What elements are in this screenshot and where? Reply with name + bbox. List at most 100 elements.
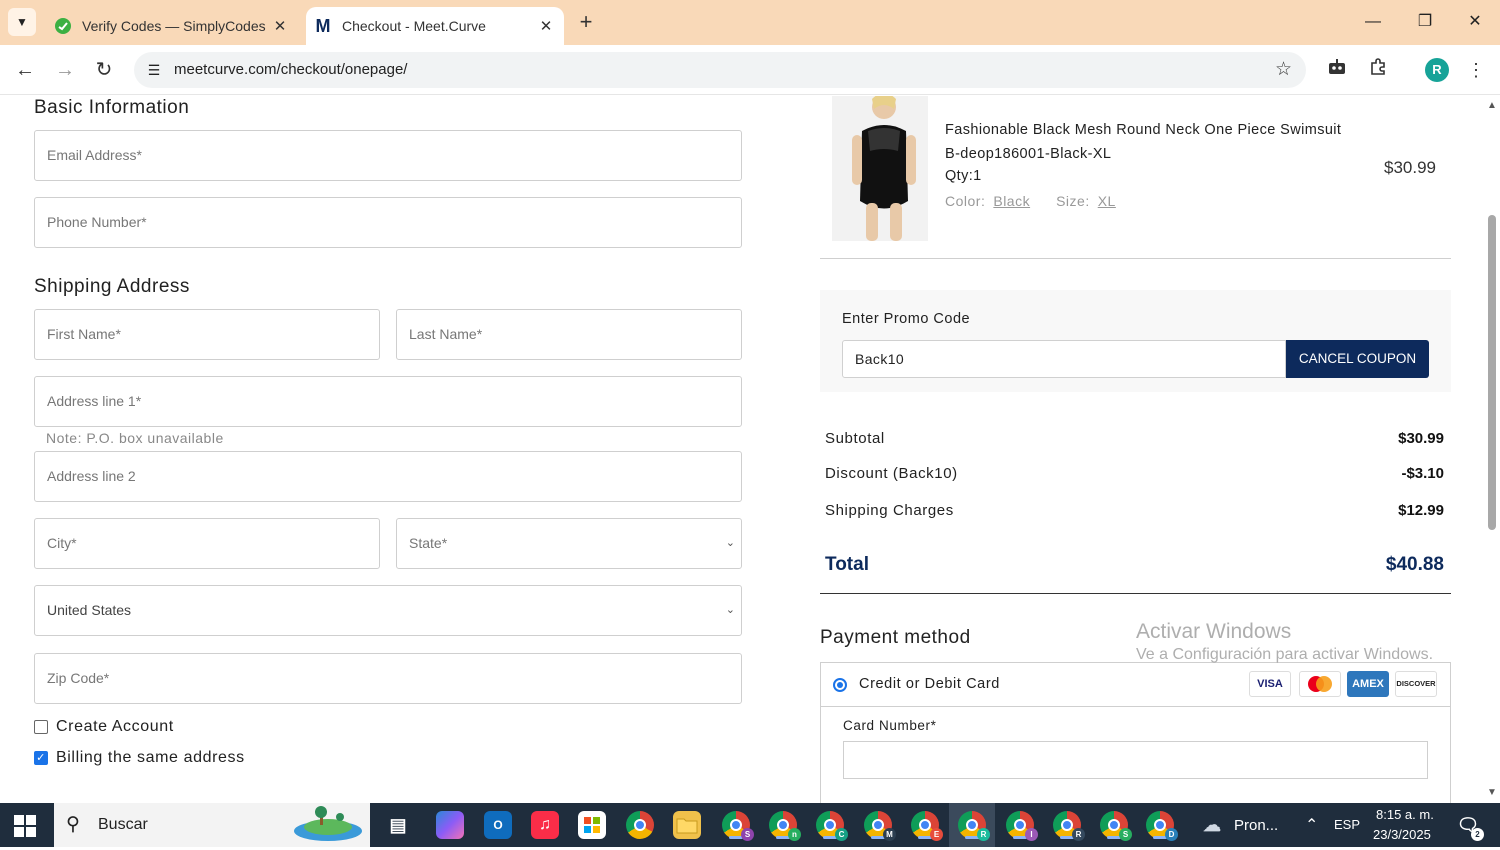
scroll-down-arrow-icon[interactable]: ▼ — [1487, 787, 1497, 798]
chrome-profile-icon[interactable]: C — [816, 811, 848, 841]
promo-code-input[interactable]: Back10 — [842, 340, 1286, 378]
apple-music-icon[interactable]: ♫ — [531, 811, 559, 839]
credit-card-label: Credit or Debit Card — [859, 676, 1000, 692]
taskbar-search-box[interactable]: ⚲ Buscar — [54, 803, 370, 847]
restore-button[interactable]: ❐ — [1400, 8, 1450, 36]
discount-label: Discount (Back10) — [825, 465, 958, 482]
billing-same-row[interactable]: ✓ Billing the same address — [34, 749, 245, 767]
notification-center-icon[interactable]: 🗨 2 — [1454, 811, 1484, 841]
chrome-profile-icon[interactable]: M — [864, 811, 896, 841]
clock-time[interactable]: 8:15 a. m. — [1376, 807, 1434, 822]
chrome-profile-icon[interactable]: I — [1006, 811, 1038, 841]
microsoft-store-icon[interactable] — [578, 811, 606, 839]
simplycodes-icon — [54, 17, 72, 35]
card-number-input[interactable] — [843, 741, 1428, 779]
chrome-icon[interactable] — [626, 811, 654, 839]
total-value: $40.88 — [1385, 554, 1444, 575]
search-icon: ⚲ — [66, 814, 80, 835]
basic-info-title: Basic Information — [34, 97, 190, 118]
clock-date[interactable]: 23/3/2025 — [1373, 827, 1431, 842]
extensions-puzzle-icon[interactable] — [1366, 58, 1390, 82]
address-line2-field[interactable]: Address line 2 — [34, 451, 742, 502]
first-name-field[interactable]: First Name* — [34, 309, 380, 360]
reload-icon[interactable]: ↻ — [91, 57, 117, 83]
scrollbar-thumb[interactable] — [1488, 215, 1496, 530]
divider — [820, 593, 1451, 594]
credit-card-radio[interactable] — [833, 678, 847, 692]
promo-code-label: Enter Promo Code — [842, 311, 971, 327]
activate-windows-watermark: Activar Windows — [1136, 620, 1292, 643]
chrome-profile-icon[interactable]: D — [1146, 811, 1178, 841]
visa-icon: VISA — [1249, 671, 1291, 697]
weather-icon[interactable]: ☁ — [1198, 811, 1226, 839]
tray-chevron-up-icon[interactable]: ⌃ — [1305, 815, 1318, 835]
activate-windows-hint: Ve a Configuración para activar Windows. — [1136, 646, 1434, 663]
language-indicator[interactable]: ESP — [1334, 817, 1360, 832]
site-settings-icon[interactable]: ☰ — [142, 58, 166, 82]
close-tab-icon[interactable]: ✕ — [534, 17, 558, 35]
file-explorer-icon[interactable] — [673, 811, 701, 839]
search-placeholder: Buscar — [98, 816, 148, 833]
subtotal-label: Subtotal — [825, 430, 885, 447]
forward-arrow-icon[interactable]: → — [52, 57, 78, 83]
chrome-profile-icon[interactable]: S — [1100, 811, 1132, 841]
product-name-line1: Fashionable Black Mesh Round Neck One Pi… — [945, 122, 1342, 138]
more-menu-icon[interactable]: ⋮ — [1464, 58, 1488, 82]
windows-start-icon[interactable] — [14, 815, 36, 837]
product-image[interactable] — [832, 96, 928, 241]
task-view-icon[interactable]: ▤ — [384, 811, 412, 839]
country-select[interactable]: United States ⌄ — [34, 585, 742, 636]
profile-avatar[interactable]: R — [1425, 58, 1449, 82]
bookmark-star-icon[interactable]: ☆ — [1275, 58, 1292, 81]
new-tab-button[interactable]: + — [573, 10, 599, 36]
chrome-profile-icon[interactable]: S — [722, 811, 754, 841]
checkout-page: Basic Information Email Address* Phone N… — [0, 96, 1500, 803]
tab-meetcurve[interactable]: M Checkout - Meet.Curve ✕ — [306, 7, 564, 45]
extension-robot-icon[interactable] — [1325, 58, 1349, 82]
chevron-down-icon: ▼ — [16, 15, 28, 29]
tab-search-button[interactable]: ▼ — [8, 8, 36, 36]
payment-option-card: Credit or Debit Card VISA AMEX DISCOVER … — [820, 662, 1451, 803]
shipping-label: Shipping Charges — [825, 502, 954, 519]
cancel-coupon-button[interactable]: CANCEL COUPON — [1286, 340, 1429, 378]
subtotal-value: $30.99 — [1398, 430, 1444, 447]
minimize-button[interactable]: — — [1348, 8, 1398, 36]
scroll-up-arrow-icon[interactable]: ▲ — [1487, 100, 1497, 111]
address-bar[interactable]: ☰ meetcurve.com/checkout/onepage/ ☆ — [134, 52, 1306, 88]
chrome-profile-icon[interactable]: n — [769, 811, 801, 841]
chrome-profile-icon[interactable]: R — [958, 811, 990, 841]
browser-toolbar: ← → ↻ ☰ meetcurve.com/checkout/onepage/ … — [0, 45, 1500, 95]
email-field[interactable]: Email Address* — [34, 130, 742, 181]
state-select[interactable]: State* ⌄ — [396, 518, 742, 569]
product-name[interactable]: Fashionable Black Mesh Round Neck One Pi… — [945, 118, 1365, 166]
address-line1-field[interactable]: Address line 1* — [34, 376, 742, 427]
credit-card-option[interactable]: Credit or Debit Card VISA AMEX DISCOVER — [821, 663, 1450, 707]
chrome-profile-icon[interactable]: E — [911, 811, 943, 841]
shipping-address-title: Shipping Address — [34, 276, 190, 297]
create-account-checkbox[interactable] — [34, 720, 48, 734]
back-arrow-icon[interactable]: ← — [12, 57, 38, 83]
tab-simplycodes[interactable]: Verify Codes — SimplyCodes ✕ — [46, 7, 298, 45]
weather-label[interactable]: Pron... — [1234, 817, 1278, 834]
city-field[interactable]: City* — [34, 518, 380, 569]
outlook-icon[interactable]: O — [484, 811, 512, 839]
close-window-button[interactable]: ✕ — [1450, 8, 1500, 36]
chrome-profile-icon[interactable]: R — [1053, 811, 1085, 841]
payment-method-title: Payment method — [820, 627, 971, 648]
chevron-down-icon: ⌄ — [725, 537, 735, 549]
close-tab-icon[interactable]: ✕ — [268, 17, 292, 35]
url-text[interactable]: meetcurve.com/checkout/onepage/ — [174, 61, 407, 78]
shipping-value: $12.99 — [1398, 502, 1444, 519]
product-sku: B-deop186001-Black-XL — [945, 146, 1112, 162]
search-highlight-icon — [290, 805, 366, 845]
billing-same-checkbox[interactable]: ✓ — [34, 751, 48, 765]
address-note: Note: P.O. box unavailable — [46, 430, 224, 446]
copilot-icon[interactable] — [436, 811, 464, 839]
zip-code-field[interactable]: Zip Code* — [34, 653, 742, 704]
size-label: Size: — [1056, 193, 1090, 209]
billing-same-label: Billing the same address — [56, 749, 245, 766]
phone-field[interactable]: Phone Number* — [34, 197, 742, 248]
create-account-row[interactable]: Create Account — [34, 718, 174, 736]
color-value: Black — [993, 193, 1031, 209]
last-name-field[interactable]: Last Name* — [396, 309, 742, 360]
